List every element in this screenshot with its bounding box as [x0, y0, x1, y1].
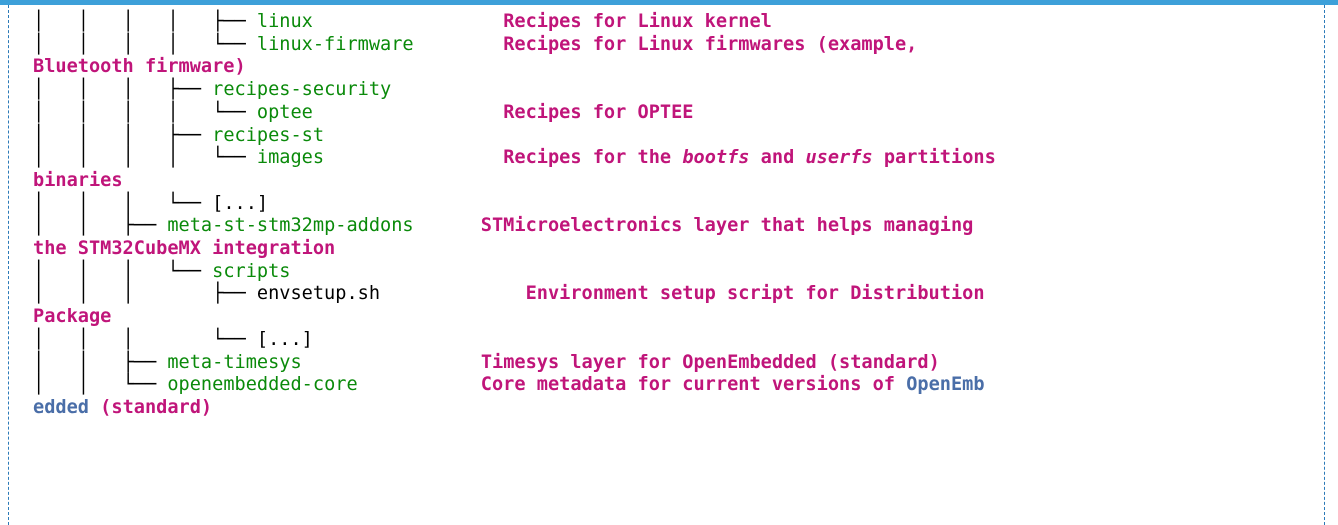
- tree-branch: │ │ ├──: [33, 351, 168, 373]
- file-name: envsetup.sh: [256, 283, 381, 305]
- tree-branch: │ │ │ ├──: [33, 283, 257, 305]
- comment-continuation: binaries: [33, 169, 123, 191]
- tree-branch: │ │ │ └──: [33, 328, 257, 350]
- comment-text: Recipes for Linux firmwares (example,: [503, 33, 918, 55]
- comment-continuation: Package: [33, 306, 112, 328]
- openembedded-link-continuation[interactable]: edded: [33, 397, 89, 418]
- comment-part: and: [749, 147, 806, 169]
- tree-line: │ │ ├── meta-st-stm32mp-addons STMicroel…: [33, 215, 973, 236]
- tree-branch: │ │ ├──: [33, 215, 168, 237]
- tree-line: │ │ │ └── scripts: [33, 261, 291, 282]
- tree-branch: │ │ │ │ └──: [33, 101, 257, 123]
- directory-name: meta-st-stm32mp-addons: [167, 215, 414, 237]
- tree-line: │ │ │ │ └── images Recipes for the bootf…: [33, 147, 996, 168]
- tree-line: │ │ ├── meta-timesys Timesys layer for O…: [33, 352, 940, 373]
- directory-name: linux: [256, 11, 313, 32]
- tree-line: │ │ │ │ └── optee Recipes for OPTEE: [33, 102, 694, 123]
- directory-tree-listing: │ │ │ │ ├── linux Recipes for Linux kern…: [33, 11, 996, 420]
- comment-text: Recipes for the bootfs and userfs partit…: [503, 147, 996, 168]
- tree-branch: │ │ │ │ └──: [33, 147, 257, 169]
- directory-name: meta-timesys: [167, 351, 302, 373]
- comment-continuation: the STM32CubeMX integration: [33, 238, 336, 260]
- tree-line: │ │ │ ├── recipes-security: [33, 79, 391, 100]
- tree-line: │ │ │ ├── recipes-st: [33, 125, 324, 146]
- tree-branch: │ │ └──: [33, 374, 168, 396]
- openembedded-link[interactable]: OpenEmb: [906, 374, 984, 395]
- tree-line: │ │ │ │ ├── linux Recipes for Linux kern…: [33, 11, 772, 32]
- tree-branch: │ │ │ └──: [33, 192, 213, 214]
- tree-line: edded (standard): [33, 397, 212, 418]
- directory-name: recipes-st: [212, 124, 325, 146]
- tree-branch: │ │ │ └──: [33, 260, 213, 282]
- directory-name: linux-firmware: [256, 33, 414, 55]
- code-block: │ │ │ │ ├── linux Recipes for Linux kern…: [8, 5, 1325, 525]
- comment-part: partitions: [872, 147, 996, 169]
- directory-name: scripts: [212, 260, 291, 282]
- tree-line: │ │ │ └── [...]: [33, 193, 268, 214]
- comment-text: Timesys layer for OpenEmbedded (standard…: [480, 351, 940, 373]
- directory-name: recipes-security: [212, 79, 392, 101]
- directory-name: openembedded-core: [167, 374, 358, 396]
- tree-branch: │ │ │ │ └──: [33, 33, 257, 55]
- comment-text: STMicroelectronics layer that helps mana…: [480, 215, 974, 237]
- comment-italic-userfs: userfs: [805, 147, 873, 169]
- comment-text: Recipes for Linux kernel: [503, 11, 772, 32]
- comment-part: Recipes for the: [503, 147, 683, 169]
- directory-name: optee: [256, 101, 313, 123]
- tree-branch: │ │ │ ├──: [33, 79, 213, 101]
- tree-line: │ │ │ ├── envsetup.sh Environment setup …: [33, 283, 985, 304]
- comment-text: Core metadata for current versions of: [480, 374, 907, 396]
- ellipsis-entry: [...]: [212, 192, 269, 214]
- comment-text: Environment setup script for Distributio…: [525, 283, 985, 305]
- tree-line: │ │ │ │ └── linux-firmware Recipes for L…: [33, 34, 917, 55]
- tree-line: │ │ └── openembedded-core Core metadata …: [33, 374, 985, 395]
- ellipsis-entry: [...]: [256, 328, 313, 350]
- directory-name: images: [256, 147, 325, 169]
- tree-line: │ │ │ └── [...]: [33, 329, 313, 350]
- tree-branch: │ │ │ ├──: [33, 124, 213, 146]
- tree-branch: │ │ │ │ ├──: [33, 11, 257, 32]
- comment-italic-bootfs: bootfs: [682, 147, 750, 169]
- comment-continuation: (standard): [88, 396, 213, 418]
- comment-text: Recipes for OPTEE: [503, 101, 694, 123]
- comment-continuation: Bluetooth firmware): [33, 56, 246, 78]
